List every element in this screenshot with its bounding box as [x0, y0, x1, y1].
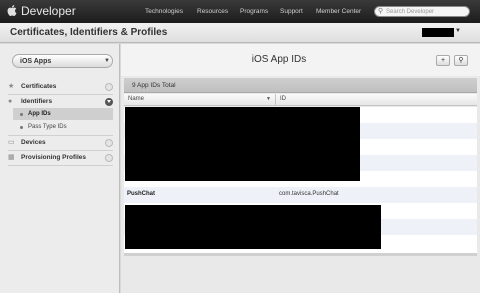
page-title: Certificates, Identifiers & Profiles — [10, 27, 168, 38]
divider — [8, 150, 113, 151]
table-row[interactable]: PushChat com.tavisca.PushChat — [124, 187, 477, 203]
search-button[interactable]: ⚲ — [454, 55, 468, 66]
nav-member-center[interactable]: Member Center — [316, 8, 361, 15]
section-title: iOS App IDs — [251, 54, 307, 65]
platform-select-value: iOS Apps — [20, 58, 52, 65]
sidebar-item-label: Pass Type IDs — [28, 124, 67, 130]
nav-programs[interactable]: Programs — [240, 8, 268, 15]
app-name: PushChat — [127, 191, 156, 197]
expand-icon[interactable] — [105, 154, 113, 162]
collapse-icon[interactable] — [105, 98, 113, 106]
profile-icon: ▦ — [8, 154, 15, 161]
sort-arrow-icon[interactable]: ▼ — [266, 96, 271, 102]
sidebar-item-label: Identifiers — [21, 98, 53, 105]
id-icon: ● — [8, 98, 13, 105]
divider — [8, 165, 113, 166]
apple-logo-icon[interactable] — [6, 4, 17, 17]
sidebar-item-label: Certificates — [21, 83, 57, 90]
redacted-rows-block — [125, 107, 360, 181]
global-header: Developer Technologies Resources Program… — [0, 0, 480, 23]
sidebar-item-label: App IDs — [28, 111, 51, 117]
sidebar-item-app-ids[interactable]: App IDs — [13, 108, 113, 120]
sidebar-item-label: Devices — [21, 139, 46, 146]
platform-select[interactable]: iOS Apps ▼ — [12, 54, 113, 68]
search-icon: ⚲ — [378, 8, 384, 15]
redacted-rows-block — [125, 205, 381, 249]
chevron-down-icon[interactable]: ▼ — [455, 28, 461, 34]
table-header: Name ▼ ID — [124, 94, 477, 106]
device-icon: ▭ — [8, 139, 15, 146]
sidebar-item-pass-type-ids[interactable]: Pass Type IDs — [13, 121, 113, 133]
search-input[interactable]: ⚲ Search Developer — [374, 6, 470, 17]
sidebar: iOS Apps ▼ ★ Certificates ● Identifiers … — [0, 44, 120, 293]
account-name-redacted[interactable] — [422, 28, 454, 37]
expand-icon[interactable] — [105, 83, 113, 91]
app-id-table: PushChat com.tavisca.PushChat — [124, 107, 477, 253]
nav-resources[interactable]: Resources — [197, 8, 228, 15]
nav-technologies[interactable]: Technologies — [145, 8, 183, 15]
page-titlebar: Certificates, Identifiers & Profiles ▼ — [0, 23, 480, 43]
divider — [8, 135, 113, 136]
column-id-header[interactable]: ID — [280, 96, 286, 102]
nav-support[interactable]: Support — [280, 8, 303, 15]
column-divider — [275, 94, 276, 106]
bullet-icon — [20, 113, 23, 116]
app-id-count: 9 App IDs Total — [132, 82, 176, 89]
search-icon: ⚲ — [458, 57, 464, 64]
main-panel: iOS App IDs + ⚲ 9 App IDs Total Name ▼ I… — [121, 44, 480, 293]
bullet-icon — [20, 126, 23, 129]
table-footer — [124, 253, 477, 256]
chevron-down-icon: ▼ — [104, 58, 110, 64]
search-placeholder: Search Developer — [386, 9, 435, 15]
column-name-header[interactable]: Name — [128, 96, 144, 102]
add-button[interactable]: + — [436, 55, 450, 66]
summary-bar: 9 App IDs Total — [124, 78, 477, 93]
certificate-icon: ★ — [8, 83, 15, 90]
sidebar-item-certificates[interactable]: ★ Certificates — [8, 81, 113, 93]
sidebar-item-devices[interactable]: ▭ Devices — [8, 137, 113, 149]
app-bundle-id: com.tavisca.PushChat — [279, 191, 339, 197]
divider — [8, 94, 113, 95]
sidebar-item-identifiers[interactable]: ● Identifiers — [8, 96, 113, 108]
main-header: iOS App IDs + ⚲ — [121, 44, 480, 76]
expand-icon[interactable] — [105, 139, 113, 147]
sidebar-item-provisioning-profiles[interactable]: ▦ Provisioning Profiles — [8, 152, 113, 164]
sidebar-item-label: Provisioning Profiles — [21, 154, 87, 161]
developer-brand[interactable]: Developer — [21, 4, 76, 18]
